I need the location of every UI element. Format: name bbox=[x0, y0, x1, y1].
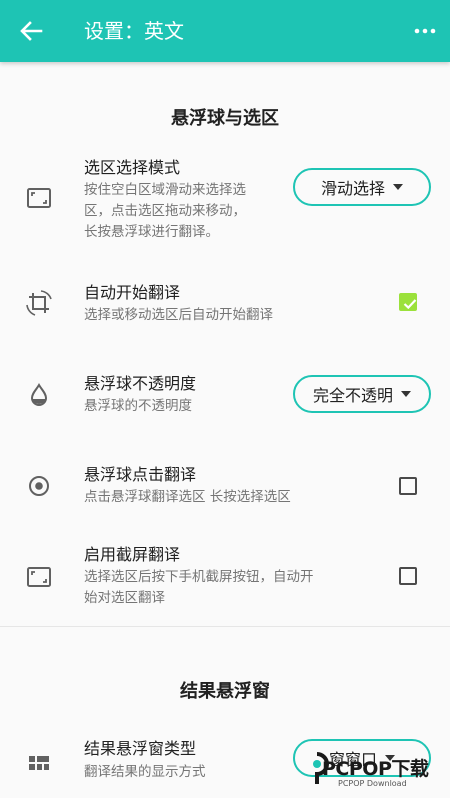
setting-description: 选择或移动选区后自动开始翻译 bbox=[84, 307, 273, 323]
caret-down-icon bbox=[401, 391, 411, 397]
setting-description: 点击悬浮球翻译选区 长按选择选区 bbox=[84, 489, 291, 505]
radio-target-icon bbox=[29, 476, 49, 496]
check-icon bbox=[403, 299, 417, 310]
section-title-result-window: 结果悬浮窗 bbox=[180, 681, 270, 702]
more-options-button[interactable] bbox=[408, 15, 442, 47]
setting-title: 结果悬浮窗类型 bbox=[84, 739, 197, 758]
screenshot-translate-checkbox[interactable] bbox=[399, 567, 417, 585]
dropdown-value: 滑动选择 bbox=[320, 179, 385, 198]
click-translate-checkbox[interactable] bbox=[399, 477, 417, 495]
dropdown-value: 完全不透明 bbox=[312, 386, 393, 405]
opacity-drop-icon bbox=[30, 383, 48, 406]
caret-down-icon bbox=[393, 184, 403, 190]
setting-title: 自动开始翻译 bbox=[84, 283, 181, 302]
setting-title: 选区选择模式 bbox=[84, 158, 181, 177]
section-title-floating-ball: 悬浮球与选区 bbox=[171, 108, 279, 129]
setting-title: 悬浮球点击翻译 bbox=[84, 465, 197, 484]
dashboard-grid-icon bbox=[29, 756, 49, 770]
watermark-text: PCPOP下载 bbox=[322, 758, 429, 780]
section-divider bbox=[0, 626, 450, 627]
watermark-subtext: PCPOP Download bbox=[338, 779, 407, 788]
auto-translate-checkbox[interactable] bbox=[399, 293, 417, 311]
app-bar: 设置：英文 bbox=[0, 0, 450, 62]
setting-title: 悬浮球不透明度 bbox=[84, 374, 197, 393]
page-title: 设置：英文 bbox=[84, 19, 184, 43]
watermark: PCPOP下载 PCPOP Download bbox=[300, 746, 450, 798]
setting-title: 启用截屏翻译 bbox=[84, 545, 181, 564]
crop-rotate-icon bbox=[26, 290, 52, 316]
opacity-dropdown[interactable]: 完全不透明 bbox=[293, 375, 431, 413]
back-button[interactable] bbox=[14, 15, 48, 47]
selection-mode-dropdown[interactable]: 滑动选择 bbox=[293, 168, 431, 206]
arrow-left-icon bbox=[20, 21, 43, 41]
more-vert-icon bbox=[414, 28, 436, 34]
setting-description: 选择选区后按下手机截屏按钮，自动开 始对选区翻译 bbox=[84, 569, 314, 606]
selection-frame-icon bbox=[27, 567, 51, 587]
selection-frame-icon bbox=[27, 188, 51, 208]
